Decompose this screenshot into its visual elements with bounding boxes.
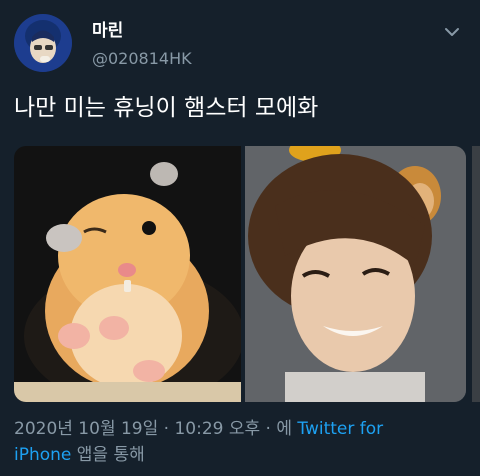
- avatar[interactable]: [14, 14, 72, 72]
- tweet-header: 마린 @020814HK: [14, 14, 466, 74]
- media-grid: [14, 146, 466, 402]
- timestamp[interactable]: 2020년 10월 19일 · 10:29 오후 · 에: [14, 419, 292, 439]
- handle[interactable]: @020814HK: [92, 48, 192, 70]
- avatar-image: [14, 14, 72, 72]
- next-media-peek: [472, 146, 480, 402]
- source-link[interactable]: Twitter for: [297, 419, 383, 439]
- display-name[interactable]: 마린: [92, 20, 192, 42]
- chevron-down-icon[interactable]: [442, 22, 462, 42]
- tweet-text: 나만 미는 휴닝이 햄스터 모에화: [14, 95, 319, 121]
- person-photo[interactable]: [245, 146, 466, 402]
- hamster-photo[interactable]: [14, 146, 241, 402]
- tweet-meta: 2020년 10월 19일 · 10:29 오후 · 에 Twitter for…: [14, 416, 466, 468]
- author-names: 마린 @020814HK: [92, 20, 192, 70]
- source-suffix: 앱을 통해: [71, 445, 145, 465]
- source-link-cont[interactable]: iPhone: [14, 445, 71, 465]
